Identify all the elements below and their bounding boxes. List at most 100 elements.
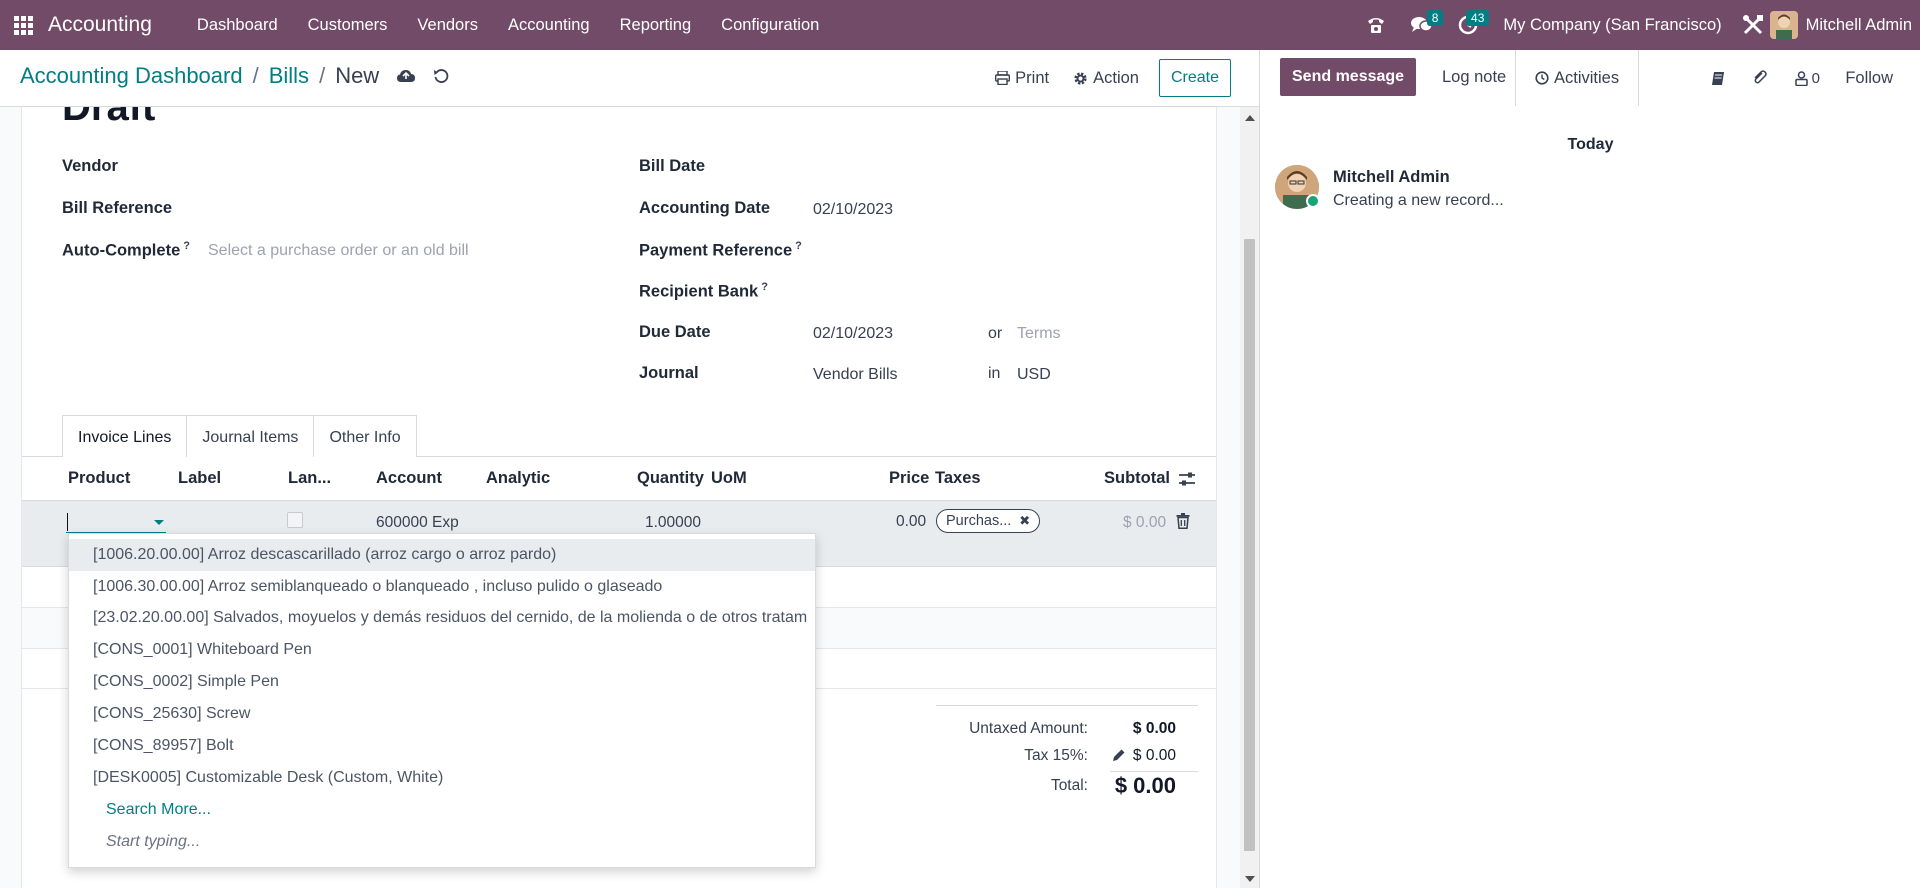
vendor-label: Vendor — [62, 157, 118, 175]
payment-terms-input[interactable]: Terms — [1017, 325, 1061, 343]
payment-reference-label: Payment Reference? — [639, 240, 802, 260]
tooltip-marker[interactable]: ? — [183, 240, 190, 252]
app-brand[interactable]: Accounting — [48, 13, 152, 37]
user-avatar[interactable] — [1769, 11, 1798, 39]
pencil-icon[interactable] — [1112, 748, 1126, 767]
main-menu: Dashboard Customers Vendors Accounting R… — [182, 0, 834, 50]
book-icon[interactable] — [1697, 50, 1739, 106]
auto-complete-input[interactable]: Select a purchase order or an old bill — [208, 242, 469, 260]
accounting-date-label: Accounting Date — [639, 199, 771, 217]
journal-label: Journal — [639, 364, 699, 382]
due-date-field[interactable]: 02/10/2023 — [813, 325, 893, 343]
trash-icon[interactable] — [1176, 513, 1190, 534]
column-landed[interactable]: Lan... — [288, 469, 331, 488]
menu-dashboard[interactable]: Dashboard — [182, 0, 293, 50]
status-title: Draft — [62, 107, 156, 129]
tab-invoice-lines[interactable]: Invoice Lines — [62, 415, 188, 457]
control-panel: Accounting Dashboard / Bills / New Print… — [0, 50, 1259, 107]
chevron-down-icon[interactable] — [154, 520, 164, 525]
scroll-up-arrow-icon[interactable] — [1245, 115, 1255, 121]
dropdown-option[interactable]: [1006.30.00.00] Arroz semiblanqueado o b… — [69, 571, 815, 603]
form-scrollbar[interactable] — [1240, 107, 1259, 888]
remove-tag-icon[interactable]: ✖ — [1019, 510, 1030, 532]
activities-badge: 43 — [1466, 10, 1490, 26]
user-menu[interactable]: Mitchell Admin — [1806, 16, 1920, 35]
send-message-button[interactable]: Send message — [1280, 58, 1417, 96]
column-subtotal[interactable]: Subtotal — [1104, 469, 1170, 488]
phone-icon[interactable] — [1353, 0, 1399, 50]
discard-undo-icon[interactable] — [433, 68, 449, 84]
column-analytic[interactable]: Analytic — [486, 469, 550, 488]
breadcrumb-bills[interactable]: Bills — [269, 63, 309, 89]
landed-cost-checkbox[interactable] — [287, 512, 303, 528]
menu-customers[interactable]: Customers — [293, 0, 403, 50]
messages-badge: 8 — [1426, 10, 1444, 26]
column-account[interactable]: Account — [376, 469, 442, 488]
dropdown-option[interactable]: [CONS_0002] Simple Pen — [69, 666, 815, 698]
due-date-label: Due Date — [639, 323, 711, 341]
activities-button[interactable]: Activities — [1515, 50, 1640, 106]
user-icon — [1794, 70, 1808, 86]
tooltip-marker[interactable]: ? — [761, 281, 768, 293]
optional-columns-toggle-icon[interactable] — [1178, 471, 1196, 492]
followers-button[interactable]: 0 — [1781, 50, 1833, 106]
search-more-link[interactable]: Search More... — [69, 794, 815, 826]
print-button[interactable]: Print — [983, 69, 1061, 88]
breadcrumb: Accounting Dashboard / Bills / New — [20, 63, 449, 89]
dropdown-option[interactable]: [CONS_25630] Screw — [69, 698, 815, 730]
action-button[interactable]: Action — [1061, 69, 1151, 88]
scrollbar-thumb[interactable] — [1244, 239, 1255, 851]
dropdown-option[interactable]: [1006.20.00.00] Arroz descascarillado (a… — [69, 539, 815, 571]
totals-divider — [936, 705, 1198, 706]
scroll-down-arrow-icon[interactable] — [1245, 876, 1255, 882]
price-cell[interactable]: 0.00 — [896, 513, 926, 531]
message-author[interactable]: Mitchell Admin — [1333, 168, 1450, 187]
activities-clock-icon[interactable]: 43 — [1445, 0, 1491, 50]
untaxed-label: Untaxed Amount: — [969, 720, 1088, 737]
menu-reporting[interactable]: Reporting — [605, 0, 707, 50]
menu-accounting[interactable]: Accounting — [493, 0, 605, 50]
menu-configuration[interactable]: Configuration — [706, 0, 834, 50]
quantity-cell[interactable]: 1.00000 — [645, 514, 701, 532]
bill-reference-label: Bill Reference — [62, 199, 173, 217]
tab-other-info[interactable]: Other Info — [313, 415, 417, 457]
tax-tag-label: Purchas... — [946, 513, 1012, 529]
date-separator: Today — [1567, 136, 1614, 153]
gear-icon — [1074, 71, 1087, 85]
column-quantity[interactable]: Quantity — [637, 469, 704, 488]
subtotal-cell: $ 0.00 — [1123, 514, 1167, 531]
follow-button[interactable]: Follow — [1833, 69, 1920, 88]
menu-vendors[interactable]: Vendors — [402, 0, 493, 50]
breadcrumb-separator: / — [252, 63, 259, 88]
messages-icon[interactable]: 8 — [1399, 0, 1445, 50]
column-price[interactable]: Price — [889, 469, 929, 488]
dropdown-option[interactable]: [23.02.20.00.00] Salvados, moyuelos y de… — [69, 602, 815, 634]
product-input[interactable] — [66, 511, 166, 533]
currency-field[interactable]: USD — [1017, 366, 1051, 384]
journal-field[interactable]: Vendor Bills — [813, 366, 898, 384]
print-label: Print — [1015, 68, 1050, 87]
column-label[interactable]: Label — [178, 469, 221, 488]
tooltip-marker[interactable]: ? — [795, 240, 802, 252]
column-taxes[interactable]: Taxes — [935, 469, 981, 488]
breadcrumb-accounting-dashboard[interactable]: Accounting Dashboard — [20, 63, 243, 89]
log-note-button[interactable]: Log note — [1430, 58, 1518, 96]
company-switcher[interactable]: My Company (San Francisco) — [1491, 16, 1735, 35]
dropdown-option[interactable]: [CONS_0001] Whiteboard Pen — [69, 634, 815, 666]
create-button[interactable]: Create — [1158, 59, 1231, 97]
tab-journal-items[interactable]: Journal Items — [186, 415, 315, 457]
accounting-date-field[interactable]: 02/10/2023 — [813, 201, 893, 219]
column-product[interactable]: Product — [68, 469, 130, 488]
apps-menu-icon[interactable] — [0, 0, 46, 50]
breadcrumb-separator: / — [319, 63, 326, 88]
paperclip-icon[interactable] — [1739, 50, 1781, 106]
or-text: or — [988, 325, 1003, 342]
account-cell[interactable]: 600000 Exp — [376, 514, 459, 532]
debug-tools-icon[interactable] — [1736, 0, 1770, 50]
bill-date-label: Bill Date — [639, 157, 706, 175]
dropdown-option[interactable]: [CONS_89957] Bolt — [69, 730, 815, 762]
save-cloud-icon[interactable] — [397, 69, 416, 83]
dropdown-option[interactable]: [DESK0005] Customizable Desk (Custom, Wh… — [69, 762, 815, 794]
auto-complete-label: Auto-Complete? — [62, 240, 190, 260]
column-uom[interactable]: UoM — [711, 469, 747, 488]
